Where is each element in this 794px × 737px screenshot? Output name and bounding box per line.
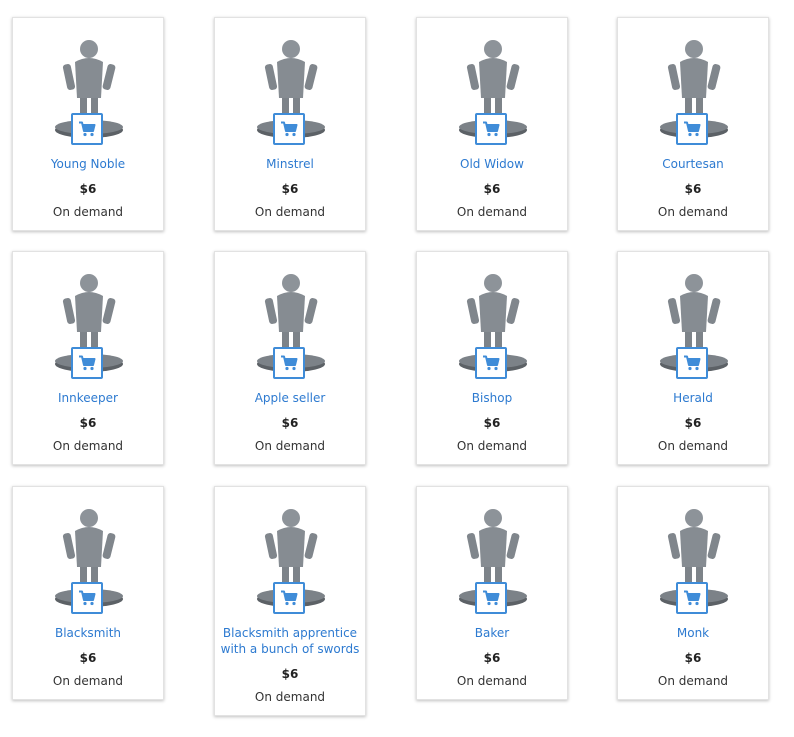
shopping-cart-icon [79, 121, 96, 137]
product-name-link[interactable]: Baker [421, 625, 563, 641]
add-to-cart-button[interactable] [71, 347, 103, 379]
product-name-link[interactable]: Bishop [421, 390, 563, 406]
shopping-cart-icon [684, 355, 701, 371]
product-name-link[interactable]: Innkeeper [17, 390, 159, 406]
add-to-cart-button[interactable] [71, 113, 103, 145]
product-price: $6 [483, 182, 501, 196]
add-to-cart-button[interactable] [676, 582, 708, 614]
product-name-link[interactable]: Minstrel [219, 156, 361, 172]
product-availability: On demand [657, 439, 729, 453]
shopping-cart-icon [684, 121, 701, 137]
product-availability: On demand [456, 439, 528, 453]
product-card[interactable]: Innkeeper $6 On demand [12, 251, 164, 465]
product-price: $6 [281, 667, 299, 681]
add-to-cart-button[interactable] [475, 113, 507, 145]
product-card[interactable]: Courtesan $6 On demand [617, 17, 769, 231]
product-name-link[interactable]: Herald [622, 390, 764, 406]
product-availability: On demand [52, 674, 124, 688]
product-card[interactable]: Herald $6 On demand [617, 251, 769, 465]
shopping-cart-icon [79, 355, 96, 371]
product-availability: On demand [52, 205, 124, 219]
product-card[interactable]: Young Noble $6 On demand [12, 17, 164, 231]
product-card[interactable]: Baker $6 On demand [416, 486, 568, 700]
add-to-cart-button[interactable] [273, 113, 305, 145]
product-name-link[interactable]: Monk [622, 625, 764, 641]
shopping-cart-icon [483, 590, 500, 606]
add-to-cart-button[interactable] [676, 113, 708, 145]
product-availability: On demand [254, 205, 326, 219]
product-name-link[interactable]: Apple seller [219, 390, 361, 406]
product-card[interactable]: Apple seller $6 On demand [214, 251, 366, 465]
product-availability: On demand [254, 690, 326, 704]
shopping-cart-icon [483, 121, 500, 137]
add-to-cart-button[interactable] [273, 582, 305, 614]
add-to-cart-button[interactable] [475, 582, 507, 614]
product-card[interactable]: Blacksmith $6 On demand [12, 486, 164, 700]
product-price: $6 [483, 651, 501, 665]
product-card[interactable]: Monk $6 On demand [617, 486, 769, 700]
shopping-cart-icon [281, 121, 298, 137]
product-name-link[interactable]: Blacksmith apprentice with a bunch of sw… [219, 625, 361, 657]
product-grid: Young Noble $6 On demand Minstrel $6 On … [0, 0, 794, 737]
product-availability: On demand [52, 439, 124, 453]
product-price: $6 [684, 182, 702, 196]
product-price: $6 [684, 416, 702, 430]
product-card[interactable]: Minstrel $6 On demand [214, 17, 366, 231]
product-card[interactable]: Old Widow $6 On demand [416, 17, 568, 231]
product-price: $6 [79, 651, 97, 665]
product-availability: On demand [657, 674, 729, 688]
product-name-link[interactable]: Courtesan [622, 156, 764, 172]
product-availability: On demand [456, 674, 528, 688]
product-price: $6 [79, 416, 97, 430]
add-to-cart-button[interactable] [273, 347, 305, 379]
product-availability: On demand [456, 205, 528, 219]
add-to-cart-button[interactable] [676, 347, 708, 379]
product-name-link[interactable]: Young Noble [17, 156, 159, 172]
product-price: $6 [281, 182, 299, 196]
product-name-link[interactable]: Old Widow [421, 156, 563, 172]
shopping-cart-icon [281, 590, 298, 606]
shopping-cart-icon [684, 590, 701, 606]
product-price: $6 [79, 182, 97, 196]
shopping-cart-icon [483, 355, 500, 371]
product-card[interactable]: Bishop $6 On demand [416, 251, 568, 465]
shopping-cart-icon [281, 355, 298, 371]
product-price: $6 [483, 416, 501, 430]
add-to-cart-button[interactable] [71, 582, 103, 614]
product-availability: On demand [657, 205, 729, 219]
product-price: $6 [281, 416, 299, 430]
product-availability: On demand [254, 439, 326, 453]
product-price: $6 [684, 651, 702, 665]
shopping-cart-icon [79, 590, 96, 606]
product-name-link[interactable]: Blacksmith [17, 625, 159, 641]
add-to-cart-button[interactable] [475, 347, 507, 379]
product-card[interactable]: Blacksmith apprentice with a bunch of sw… [214, 486, 366, 716]
